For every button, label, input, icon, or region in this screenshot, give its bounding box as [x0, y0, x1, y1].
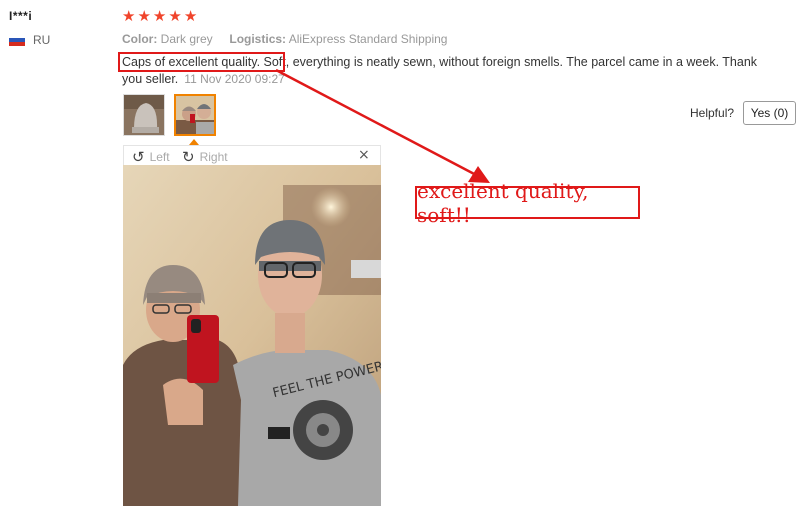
- star-icon: ★: [122, 7, 136, 25]
- color-label: Color:: [122, 32, 158, 46]
- country-code: RU: [33, 33, 51, 47]
- rotate-right-label: Right: [199, 150, 228, 164]
- reviewer-country: RU: [9, 33, 50, 47]
- helpful-yes-button[interactable]: Yes (0): [743, 101, 796, 125]
- order-details: Color: Dark grey Logistics: AliExpress S…: [122, 32, 447, 46]
- photo-thumbnail[interactable]: [123, 94, 165, 136]
- helpful-label: Helpful?: [690, 106, 735, 120]
- rotate-left-label: Left: [149, 150, 170, 164]
- star-icon: ★: [137, 7, 151, 25]
- rotate-right-button[interactable]: ↻ Right: [182, 148, 228, 166]
- rating-stars: ★ ★ ★ ★ ★: [122, 9, 197, 24]
- logistics-label: Logistics:: [229, 32, 287, 46]
- color-value: Dark grey: [160, 32, 213, 46]
- rotate-right-icon: ↻: [182, 148, 195, 166]
- review-date: 11 Nov 2020 09:27: [184, 72, 285, 86]
- annotation-callout: excellent quality, soft!!: [415, 179, 640, 227]
- review-photo-thumbnails: [123, 94, 216, 136]
- rotate-left-button[interactable]: ↺ Left: [132, 148, 170, 166]
- russia-flag-icon: [9, 34, 25, 46]
- image-viewer-toolbar: ↺ Left ↻ Right ×: [123, 145, 381, 166]
- logistics-value: AliExpress Standard Shipping: [288, 32, 448, 46]
- close-icon[interactable]: ×: [358, 147, 370, 163]
- star-icon: ★: [183, 7, 198, 25]
- star-icon: ★: [168, 7, 182, 25]
- highlight-box: [118, 52, 285, 72]
- photo-thumbnail-selected[interactable]: [174, 94, 216, 136]
- star-icon: ★: [152, 7, 167, 25]
- reviewer-name: I***i: [9, 9, 33, 23]
- review-photo-large: FEEL THE POWER: [123, 165, 381, 506]
- rotate-left-icon: ↺: [132, 148, 145, 166]
